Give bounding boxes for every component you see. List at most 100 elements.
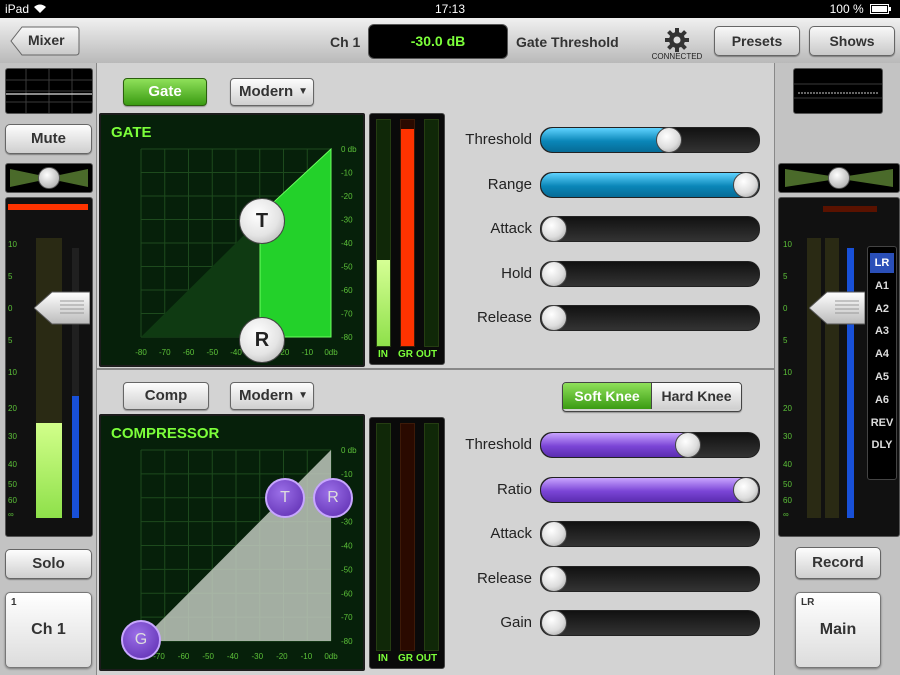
master-pan-control[interactable] bbox=[778, 163, 900, 193]
soft-knee-button[interactable]: Soft Knee bbox=[563, 383, 652, 409]
gate-y-tick: -10 bbox=[341, 169, 353, 178]
solo-button[interactable]: Solo bbox=[5, 549, 92, 579]
fader-fill bbox=[72, 396, 79, 518]
fader-scale-label: 10 bbox=[783, 240, 792, 249]
bus-item[interactable]: A4 bbox=[870, 344, 894, 364]
bus-item[interactable]: REV bbox=[870, 413, 894, 433]
comp-ratio-handle[interactable]: R bbox=[313, 478, 353, 518]
master-fader-handle[interactable] bbox=[808, 290, 866, 326]
gear-icon[interactable] bbox=[664, 27, 690, 53]
comp-gain-handle[interactable]: G bbox=[121, 620, 161, 660]
mixer-back-label: Mixer bbox=[28, 32, 65, 48]
comp-param-fill bbox=[541, 477, 759, 502]
comp-param-slider[interactable] bbox=[540, 565, 760, 592]
comp-y-tick: 0 db bbox=[341, 446, 357, 455]
gate-param-knob[interactable] bbox=[541, 305, 567, 331]
comp-param-knob[interactable] bbox=[675, 432, 701, 458]
comp-param-label: Gain bbox=[500, 614, 532, 631]
bus-item[interactable]: DLY bbox=[870, 435, 894, 455]
gate-enable-button[interactable]: Gate bbox=[123, 78, 207, 106]
gate-threshold-handle[interactable]: T bbox=[239, 198, 285, 244]
channel-meter bbox=[36, 238, 62, 518]
bus-item[interactable]: A1 bbox=[870, 276, 894, 296]
shows-button[interactable]: Shows bbox=[809, 26, 895, 56]
comp-param-slider[interactable] bbox=[540, 476, 760, 503]
gate-params: Threshold Range Attack Hold Release bbox=[432, 127, 764, 357]
comp-params: Threshold Ratio Attack Release Gain bbox=[432, 432, 764, 662]
comp-x-tick: -30 bbox=[252, 652, 264, 661]
comp-param-slider[interactable] bbox=[540, 432, 760, 458]
channel-strip: Mute 10 5 0 5 10 20 30 40 50 60 ∞ Solo 1 Ch 1 bbox=[0, 63, 97, 675]
gate-param-slider[interactable] bbox=[540, 171, 760, 198]
comp-threshold-handle[interactable]: T bbox=[265, 478, 305, 518]
gate-param-slider[interactable] bbox=[540, 305, 760, 331]
mute-button[interactable]: Mute bbox=[5, 124, 92, 154]
gate-range-handle[interactable]: R bbox=[239, 317, 285, 363]
comp-mode-select[interactable]: Modern ▼ bbox=[230, 382, 314, 410]
record-button[interactable]: Record bbox=[795, 547, 881, 579]
bus-item[interactable]: LR bbox=[870, 253, 894, 273]
master-clip-indicator bbox=[823, 206, 877, 212]
hard-knee-button[interactable]: Hard Knee bbox=[652, 383, 741, 409]
channel-number: 1 bbox=[11, 597, 17, 608]
gate-param-slider[interactable] bbox=[540, 216, 760, 242]
comp-gr-meter bbox=[400, 423, 415, 651]
nav-bar: Mixer Ch 1 -30.0 dB Gate Threshold CONNE… bbox=[0, 18, 900, 64]
bus-item[interactable]: A6 bbox=[870, 390, 894, 410]
comp-param-slider[interactable] bbox=[540, 521, 760, 547]
gate-y-tick: -40 bbox=[341, 239, 353, 248]
comp-x-tick: -20 bbox=[276, 652, 288, 661]
gate-param-knob[interactable] bbox=[656, 127, 682, 153]
gate-param-fill bbox=[541, 172, 759, 197]
channel-select-button[interactable]: 1 Ch 1 bbox=[5, 592, 92, 668]
gate-param-knob[interactable] bbox=[733, 171, 759, 198]
pan-knob[interactable] bbox=[38, 167, 60, 189]
comp-param-knob[interactable] bbox=[541, 565, 567, 592]
connection-status: CONNECTED bbox=[651, 52, 703, 61]
gate-gr-meter bbox=[400, 119, 415, 347]
gate-param-slider[interactable] bbox=[540, 127, 760, 153]
gate-y-tick: -70 bbox=[341, 310, 353, 319]
fader-scale-label: 5 bbox=[783, 272, 788, 281]
fader-handle[interactable] bbox=[33, 290, 91, 326]
clock: 17:13 bbox=[434, 2, 466, 16]
comp-param-knob[interactable] bbox=[733, 476, 759, 503]
fader-scale-label: 20 bbox=[8, 404, 17, 413]
gate-param-knob[interactable] bbox=[541, 260, 567, 287]
comp-param-knob[interactable] bbox=[541, 610, 567, 636]
comp-x-tick: -40 bbox=[227, 652, 239, 661]
master-pan-knob[interactable] bbox=[828, 167, 850, 189]
comp-param-knob[interactable] bbox=[541, 521, 567, 547]
bus-select-button[interactable]: LR Main bbox=[795, 592, 881, 668]
comp-y-tick: -30 bbox=[341, 518, 353, 527]
gate-in-level bbox=[377, 260, 390, 346]
gate-param-release: Release bbox=[432, 305, 764, 335]
mixer-back-button[interactable]: Mixer bbox=[10, 26, 80, 56]
compressor-graph[interactable]: -70-60-50-40-30-20-100db0 db-10-20-30-40… bbox=[99, 414, 365, 671]
comp-enable-button[interactable]: Comp bbox=[123, 382, 209, 410]
fader-scale-label: 40 bbox=[8, 460, 17, 469]
comp-x-tick: -50 bbox=[202, 652, 214, 661]
channel-fader[interactable]: 10 5 0 5 10 20 30 40 50 60 ∞ bbox=[5, 197, 93, 537]
gate-param-slider[interactable] bbox=[540, 260, 760, 287]
comp-param-slider[interactable] bbox=[540, 610, 760, 636]
comp-y-tick: -50 bbox=[341, 565, 353, 574]
channel-meter-level bbox=[36, 423, 62, 518]
master-fader[interactable]: 10 5 0 5 10 20 30 40 50 60 ∞ LR A1 A2 A3 A4 A5 A6 REV DLY bbox=[778, 197, 900, 537]
fader-scale-label: 60 bbox=[783, 496, 792, 505]
comp-y-tick: -60 bbox=[341, 589, 353, 598]
gate-y-tick: -50 bbox=[341, 263, 353, 272]
presets-button[interactable]: Presets bbox=[714, 26, 800, 56]
gate-y-tick: -20 bbox=[341, 192, 353, 201]
fader-scale-label: 40 bbox=[783, 460, 792, 469]
gate-y-tick: -60 bbox=[341, 286, 353, 295]
bus-item[interactable]: A5 bbox=[870, 367, 894, 387]
bus-item[interactable]: A3 bbox=[870, 321, 894, 341]
gate-graph[interactable]: -80-70-60-50-40-30-20-100db0 db-10-20-30… bbox=[99, 113, 365, 367]
comp-y-tick: -80 bbox=[341, 637, 353, 646]
gate-mode-select[interactable]: Modern ▼ bbox=[230, 78, 314, 106]
pan-control[interactable] bbox=[5, 163, 93, 193]
comp-x-tick: 0db bbox=[324, 652, 338, 661]
bus-item[interactable]: A2 bbox=[870, 299, 894, 319]
gate-param-knob[interactable] bbox=[541, 216, 567, 242]
